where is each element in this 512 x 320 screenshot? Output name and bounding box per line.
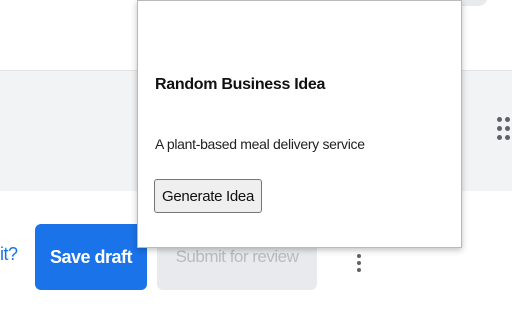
question-link-fragment[interactable]: it? bbox=[0, 244, 18, 265]
drag-handle-icon[interactable] bbox=[497, 117, 511, 151]
more-vert-icon[interactable] bbox=[352, 250, 366, 276]
extension-popup: Random Business Idea A plant-based meal … bbox=[137, 0, 462, 248]
generate-idea-button[interactable]: Generate Idea bbox=[154, 179, 263, 213]
save-draft-button[interactable]: Save draft bbox=[35, 224, 147, 290]
business-idea-text: A plant-based meal delivery service bbox=[155, 136, 365, 152]
browser-viewport: it? Save draft Submit for review Random … bbox=[0, 0, 512, 320]
popup-title: Random Business Idea bbox=[155, 76, 326, 93]
